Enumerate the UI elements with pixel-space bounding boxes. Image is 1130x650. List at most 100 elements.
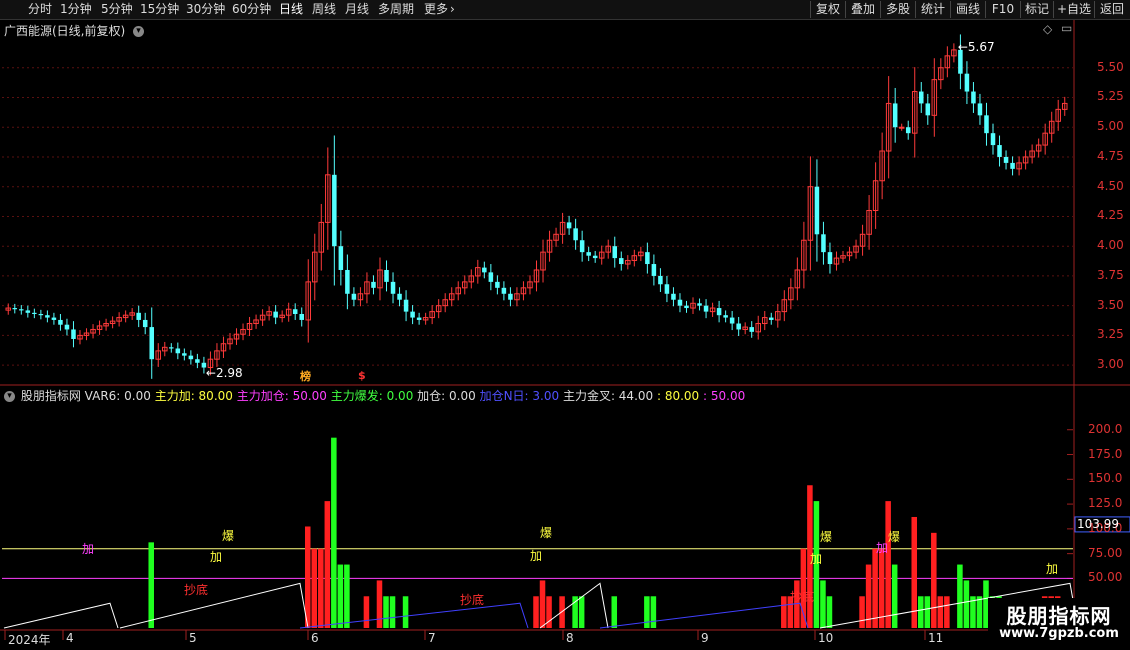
high-price-marker: ←5.67 — [957, 39, 995, 54]
candle-body-down — [573, 228, 578, 241]
candle-body-down — [397, 293, 402, 300]
candle-body-down — [495, 281, 500, 288]
candle-body-down — [821, 234, 826, 253]
signal-burst: 爆 — [820, 530, 833, 544]
candle-body-down — [12, 308, 18, 310]
indicator-values: VAR6: 0.00 主力加: 80.00 主力加仓: 50.00 主力爆发: … — [85, 389, 746, 403]
indicator-bar — [318, 548, 324, 628]
candle-body-down — [1010, 162, 1015, 169]
sawtooth-line — [599, 602, 809, 629]
indicator-value-3: 主力爆发: 0.00 — [326, 389, 414, 403]
indicator-bar — [402, 596, 409, 628]
indicator-bar — [872, 548, 878, 628]
indicator-bar — [376, 580, 383, 628]
price-axis-label: 4.75 — [1097, 148, 1124, 163]
indicator-bar — [148, 542, 154, 628]
candle-body-down — [566, 222, 572, 229]
candle-body-down — [403, 299, 409, 312]
candle-body-down — [905, 127, 911, 134]
indicator-value-7: : 80.00 — [653, 389, 700, 403]
watermark-line1: 股朋指标网 — [1006, 604, 1112, 628]
candle-body-down — [964, 73, 970, 92]
time-axis-label: 5 — [189, 631, 197, 645]
price-axis-label: 3.75 — [1097, 267, 1124, 282]
signal-add: 加 — [210, 550, 223, 564]
indicator-bar — [644, 596, 650, 628]
chevron-down-icon[interactable]: ▾ — [133, 26, 145, 37]
candle-body-down — [508, 293, 513, 300]
signal-burst: 爆 — [888, 530, 901, 544]
candle-body-up — [898, 126, 905, 129]
low-price-marker: ←2.98 — [205, 365, 243, 380]
chart-title-bar: 广西能源(日线,前复权) ▾ — [4, 22, 145, 39]
time-axis-label: 6 — [311, 631, 319, 645]
candle-body-down — [579, 240, 585, 253]
indicator-value-0: VAR6: 0.00 — [84, 389, 151, 403]
indicator-value-8: : 50.00 — [699, 389, 746, 403]
watermark-logo: 股朋指标网 www.7gpzb.com — [988, 598, 1130, 650]
chevron-down-icon[interactable]: ▾ — [4, 391, 15, 402]
price-axis-label: 4.25 — [1097, 208, 1124, 223]
candle-body-down — [645, 252, 650, 265]
candle-body-down — [612, 246, 618, 259]
candle-body-down — [919, 91, 924, 104]
candle-body-down — [299, 314, 304, 320]
price-axis-label: 3.00 — [1097, 357, 1124, 372]
candle-body-down — [892, 103, 898, 128]
candle-body-down — [677, 299, 683, 306]
indicator-bar — [578, 596, 585, 628]
indicator-bar — [781, 596, 787, 628]
candle-body-down — [384, 269, 389, 282]
price-axis-label: 5.00 — [1097, 119, 1124, 134]
indicator-axis-label: 125.0 — [1088, 496, 1123, 511]
time-axis-label: 10 — [818, 631, 834, 645]
candle-body-down — [390, 281, 396, 294]
indicator-value-2: 主力加仓: 50.00 — [232, 389, 327, 403]
indicator-bar — [918, 596, 924, 628]
candle-body-down — [658, 275, 663, 285]
event-marker-dollar: $ — [358, 369, 366, 382]
indicator-bar — [820, 580, 826, 628]
candle-body-down — [769, 317, 774, 320]
candle-body-down — [586, 252, 591, 256]
candle-body-down — [651, 264, 657, 276]
indicator-bar — [931, 532, 937, 628]
signal-add: 加 — [1046, 562, 1059, 576]
indicator-title-bar: ▾ 股朋指标网 VAR6: 0.00 主力加: 80.00 主力加仓: 50.0… — [4, 387, 745, 404]
indicator-bar — [976, 596, 983, 628]
candle-body-down — [671, 293, 676, 300]
candle-body-down — [723, 315, 728, 318]
price-axis-label: 3.25 — [1097, 327, 1124, 342]
signal-burst: 爆 — [540, 526, 553, 540]
indicator-axis-label: 75.00 — [1088, 545, 1123, 560]
signal-bottom: 抄底 — [790, 590, 815, 604]
candle-body-down — [703, 305, 709, 312]
indicator-bar — [304, 526, 311, 628]
candle-body-down — [371, 281, 376, 288]
indicator-bar — [885, 501, 891, 628]
indicator-bar — [337, 564, 344, 628]
indicator-bar — [963, 580, 970, 628]
signal-add: 加 — [810, 552, 823, 566]
candle-body-down — [25, 310, 31, 313]
indicator-bar — [389, 596, 396, 628]
current-value-label: 103.99 — [1077, 516, 1119, 531]
time-axis-label: 2024年 — [8, 633, 51, 647]
candle-body-down — [195, 359, 200, 363]
candle-body-down — [664, 284, 670, 294]
candle-body-down — [142, 319, 148, 328]
signal-burst: 爆 — [222, 529, 235, 543]
sawtooth-line — [3, 602, 119, 629]
kline-chart-canvas[interactable] — [0, 0, 1130, 650]
candle-body-down — [273, 311, 278, 318]
indicator-bar — [878, 548, 885, 628]
indicator-axis-label: 175.0 — [1088, 446, 1123, 461]
diamond-icon: ◇ — [1043, 22, 1053, 36]
signal-add: 加 — [82, 542, 95, 556]
signal-bottom: 抄底 — [184, 583, 209, 597]
watermark-line2: www.7gpzb.com — [999, 626, 1119, 641]
time-axis-label: 7 — [428, 631, 436, 645]
candle-body-down — [351, 293, 357, 300]
candle-body-down — [64, 324, 70, 330]
candle-body-down — [592, 255, 598, 259]
